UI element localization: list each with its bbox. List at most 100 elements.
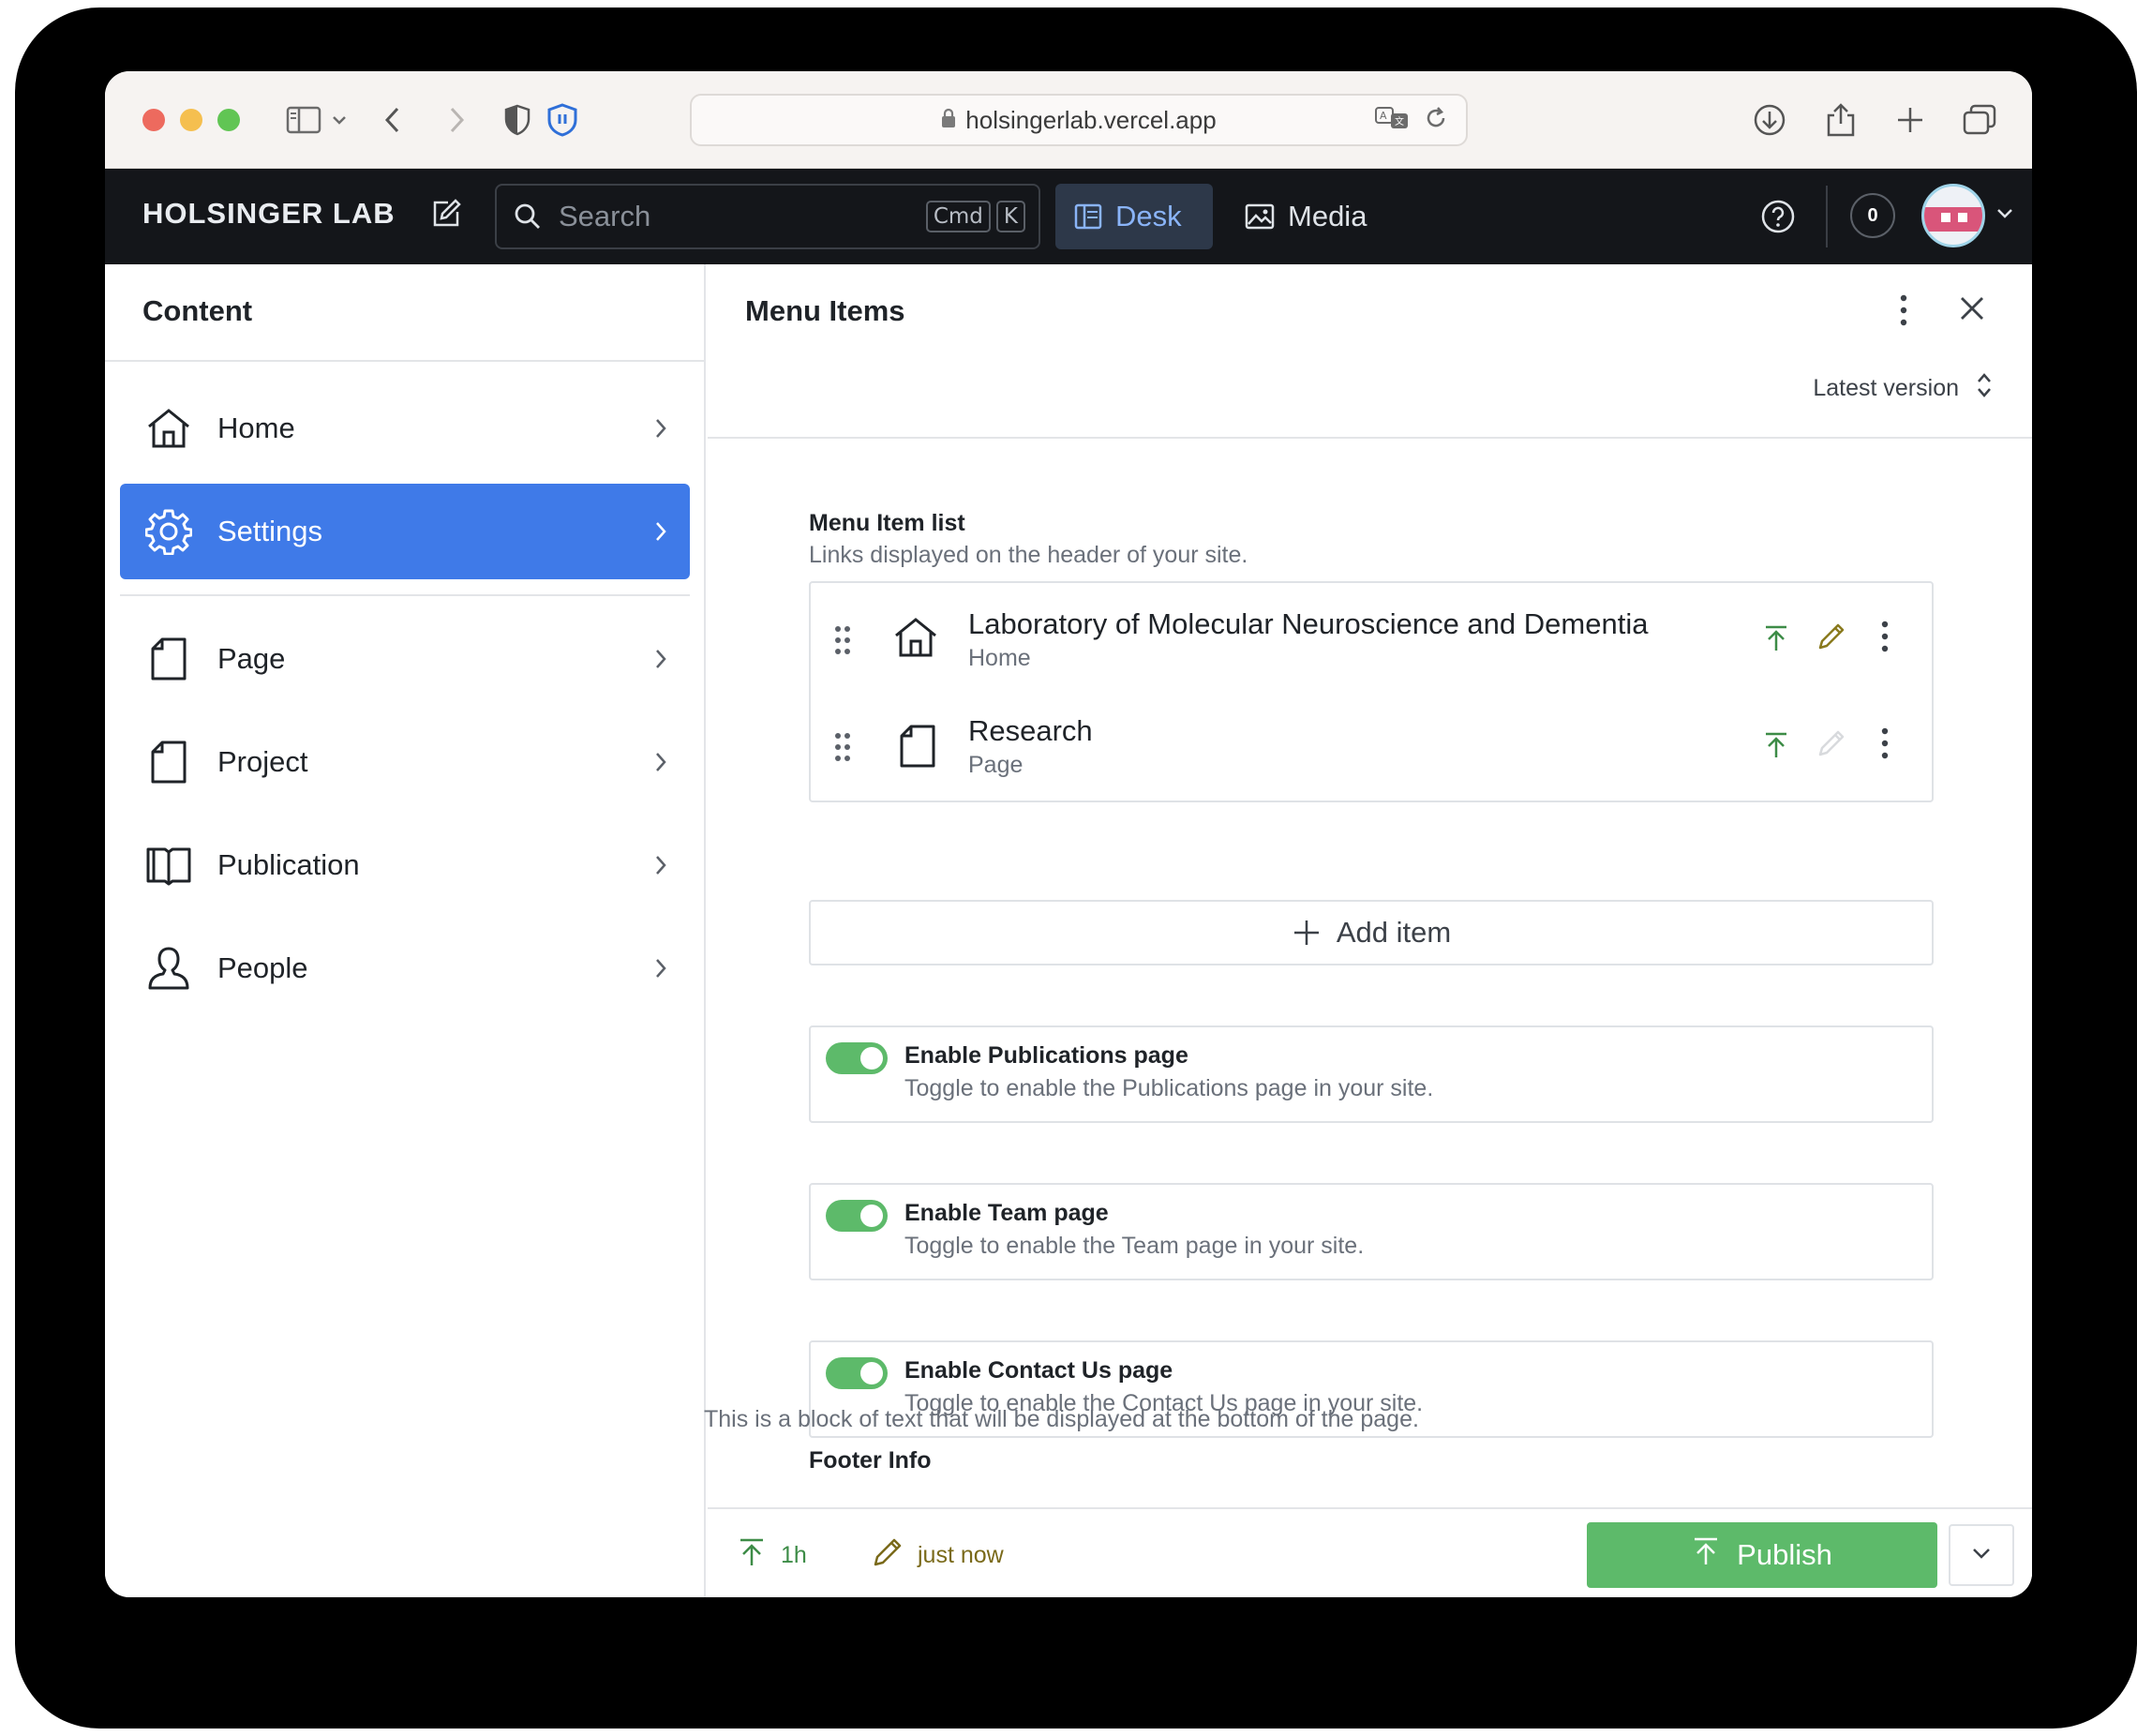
forward-icon[interactable] (437, 99, 478, 141)
version-label: Latest version (1813, 375, 1959, 401)
tab-desk-label: Desk (1115, 200, 1182, 232)
list-item[interactable]: Research Page (811, 692, 1932, 799)
translate-icon[interactable]: A文 (1374, 105, 1410, 138)
sidebar-item-people[interactable]: People (120, 920, 690, 1016)
password-manager-icon[interactable] (542, 99, 583, 141)
user-icon (142, 946, 195, 991)
document-icon (899, 724, 936, 769)
downloads-icon[interactable] (1749, 99, 1790, 141)
edited-time: just now (918, 1542, 1004, 1568)
publish-button[interactable]: Publish (1587, 1522, 1937, 1588)
search-icon (514, 202, 542, 231)
close-icon[interactable] (1958, 294, 1986, 322)
publications-toggle[interactable] (826, 1042, 888, 1074)
home-icon (142, 408, 195, 449)
sidebar-item-label: Page (217, 642, 286, 675)
tab-desk[interactable]: Desk (1055, 184, 1213, 249)
drag-handle-icon[interactable] (833, 624, 852, 656)
address-bar[interactable]: holsingerlab.vercel.app A文 (690, 94, 1468, 146)
published-status[interactable]: 1h (738, 1537, 807, 1574)
home-icon (893, 617, 938, 658)
menu-item-list-title: Menu Item list (809, 510, 965, 536)
sidebar-toggle-icon[interactable] (283, 99, 324, 141)
navbar-divider (1826, 186, 1828, 247)
privacy-shield-icon[interactable] (497, 99, 538, 141)
chevron-down-icon[interactable] (1996, 208, 2013, 219)
app-navbar: HOLSINGER LAB Search Cmd K Desk Media 0 (105, 169, 2032, 264)
avatar[interactable] (1921, 184, 1985, 247)
share-icon[interactable] (1820, 99, 1861, 141)
content-pane: Content Home Settings Page Project Publi… (105, 264, 706, 1597)
browser-window: holsingerlab.vercel.app A文 HOLSINGER LAB (105, 71, 2032, 1597)
menu-item-list: Laboratory of Molecular Neuroscience and… (809, 581, 1934, 802)
publish-options-button[interactable] (1949, 1524, 2014, 1586)
sidebar-item-settings[interactable]: Settings (120, 484, 690, 579)
lock-icon (941, 106, 956, 135)
sidebar-item-label: Project (217, 745, 308, 778)
drag-handle-icon[interactable] (833, 731, 852, 763)
search-input[interactable]: Search Cmd K (495, 184, 1040, 249)
url-text: holsingerlab.vercel.app (965, 105, 1217, 134)
add-item-button[interactable]: Add item (809, 900, 1934, 965)
sidebar-item-label: People (217, 951, 308, 984)
image-icon (1245, 203, 1275, 230)
more-vertical-icon[interactable] (1898, 292, 1909, 328)
zoom-window-button[interactable] (217, 109, 240, 131)
sidebar-item-publication[interactable]: Publication (120, 817, 690, 913)
divider (708, 437, 2032, 439)
published-time: 1h (781, 1542, 807, 1568)
notification-counter[interactable]: 0 (1850, 193, 1895, 238)
menu-item-type: Page (968, 752, 1024, 778)
document-editor-pane: Menu Items Latest version Menu Item list… (708, 264, 2032, 1597)
plus-icon (1292, 918, 1322, 948)
chevron-down-icon[interactable] (328, 99, 351, 141)
toggle-description: Toggle to enable the Publications page i… (904, 1075, 1434, 1101)
reload-icon[interactable] (1423, 105, 1449, 138)
contact-toggle[interactable] (826, 1357, 888, 1389)
document-icon (142, 740, 195, 785)
minimize-window-button[interactable] (180, 109, 202, 131)
shortcut-key-cmd: Cmd (925, 201, 991, 232)
chevron-up-down-icon (1976, 371, 1993, 406)
svg-text:文: 文 (1395, 115, 1404, 127)
desk-icon (1074, 203, 1102, 230)
toggle-description: Toggle to enable the Team page in your s… (904, 1233, 1365, 1259)
compose-icon (429, 197, 463, 235)
back-icon[interactable] (371, 99, 412, 141)
toggle-card-publications: Enable Publications page Toggle to enabl… (809, 1025, 1934, 1123)
document-title: Menu Items (745, 294, 905, 327)
chevron-right-icon (654, 417, 667, 440)
help-icon[interactable] (1760, 199, 1796, 234)
chevron-right-icon (654, 520, 667, 543)
search-placeholder: Search (559, 200, 651, 232)
chevron-right-icon (654, 648, 667, 670)
add-item-label: Add item (1336, 916, 1452, 949)
chevron-right-icon (654, 854, 667, 876)
toggle-card-team: Enable Team page Toggle to enable the Te… (809, 1183, 1934, 1280)
tab-overview-icon[interactable] (1959, 99, 2000, 141)
divider (105, 360, 706, 362)
toggle-title: Enable Publications page (904, 1042, 1188, 1069)
sidebar-item-home[interactable]: Home (120, 381, 690, 476)
sidebar-item-page[interactable]: Page (120, 611, 690, 707)
edited-status[interactable]: just now (873, 1537, 1004, 1574)
published-icon (738, 1537, 766, 1574)
brand-title[interactable]: HOLSINGER LAB (142, 197, 396, 231)
gear-icon (142, 508, 195, 555)
list-item[interactable]: Laboratory of Molecular Neuroscience and… (811, 585, 1932, 692)
version-selector[interactable]: Latest version (1813, 371, 1993, 406)
menu-item-type: Home (968, 645, 1031, 671)
sidebar-item-project[interactable]: Project (120, 714, 690, 810)
more-vertical-icon[interactable] (1879, 619, 1890, 654)
close-window-button[interactable] (142, 109, 165, 131)
svg-text:A: A (1380, 110, 1387, 122)
new-document-button[interactable] (427, 197, 465, 234)
pencil-icon (873, 1537, 903, 1574)
pencil-icon (1817, 622, 1846, 651)
more-vertical-icon[interactable] (1879, 726, 1890, 761)
team-toggle[interactable] (826, 1200, 888, 1232)
tab-media-label: Media (1288, 200, 1367, 232)
browser-toolbar: holsingerlab.vercel.app A文 (105, 71, 2032, 169)
new-tab-icon[interactable] (1890, 99, 1931, 141)
tab-media[interactable]: Media (1226, 184, 1385, 249)
